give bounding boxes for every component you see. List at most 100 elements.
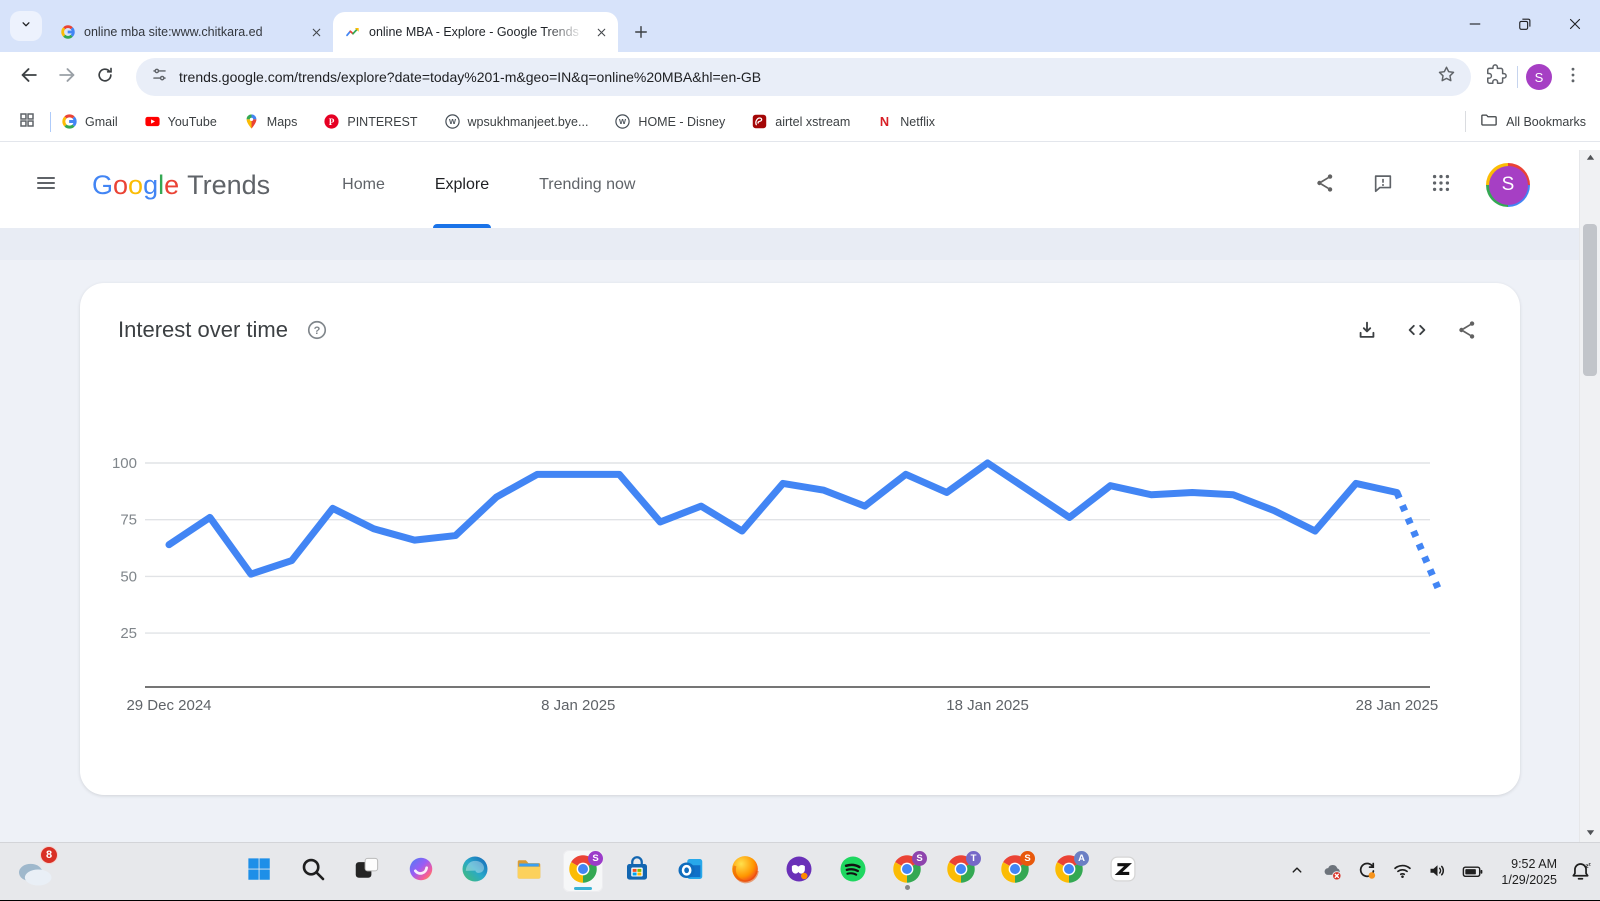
header-share-button[interactable]	[1312, 172, 1338, 198]
bookmark-wpsukhmanjeet-bye-[interactable]: Wwpsukhmanjeet.bye...	[444, 113, 589, 130]
page-scrollbar[interactable]	[1579, 150, 1600, 842]
address-bar[interactable]: trends.google.com/trends/explore?date=to…	[136, 58, 1471, 96]
trends-page: Google Trends HomeExploreTrending now S …	[0, 142, 1600, 842]
scroll-down-button[interactable]	[1580, 825, 1600, 842]
browser-window: online mba site:www.chitkara.edonline MB…	[0, 0, 1600, 842]
taskbar-chrome-button[interactable]: S	[887, 850, 927, 892]
bookmark-airtel-xstream[interactable]: airtel xstream	[751, 113, 850, 130]
bookmark-gmail[interactable]: Gmail	[61, 113, 118, 130]
taskbar-clock[interactable]: 9:52 AM 1/29/2025	[1501, 856, 1557, 889]
profile-badge: S	[1020, 851, 1035, 866]
taskbar-chrome-button[interactable]: S	[995, 850, 1035, 892]
bookmark-label: PINTEREST	[347, 115, 417, 129]
volume-button[interactable]	[1425, 860, 1449, 884]
minimize-icon	[1466, 15, 1484, 38]
embed-button[interactable]	[1406, 319, 1428, 341]
forward-button[interactable]	[48, 58, 86, 96]
chart-share-button[interactable]	[1456, 319, 1478, 341]
mask-app-icon	[784, 854, 814, 889]
google-apps-button[interactable]	[1428, 172, 1454, 198]
bookmark-pinterest[interactable]: P PINTEREST	[323, 113, 417, 130]
taskbar-chrome-button[interactable]: A	[1049, 850, 1089, 892]
reload-button[interactable]	[86, 58, 124, 96]
browser-menu-button[interactable]	[1556, 60, 1590, 94]
weather-widget[interactable]: 8	[14, 850, 60, 894]
grid-icon	[18, 111, 36, 132]
url-text[interactable]: trends.google.com/trends/explore?date=to…	[179, 69, 1426, 85]
bookmark-label: Maps	[267, 115, 298, 129]
google-trends-logo[interactable]: Google Trends	[92, 170, 270, 201]
taskbar-edge-button[interactable]	[455, 850, 495, 892]
bookmarks-bar: Gmail YouTube Maps P PINTEREST Wwpsukhmanjeet…	[0, 102, 1600, 142]
svg-text:29 Dec 2024: 29 Dec 2024	[126, 697, 211, 714]
clock-date: 1/29/2025	[1501, 872, 1557, 888]
running-indicator	[905, 885, 910, 890]
main-menu-button[interactable]	[26, 165, 66, 205]
minimize-button[interactable]	[1450, 0, 1500, 52]
profile-badge: S	[588, 851, 603, 866]
tab-close-button[interactable]	[592, 23, 610, 41]
close-icon	[1566, 15, 1584, 38]
taskbar-chrome-button[interactable]: T	[941, 850, 981, 892]
extensions-button[interactable]	[1479, 60, 1513, 94]
account-avatar[interactable]: S	[1486, 163, 1530, 207]
svg-text:8 Jan 2025: 8 Jan 2025	[541, 697, 615, 714]
system-tray: 9:52 AM 1/29/2025 zz	[1285, 843, 1592, 901]
bookmark-maps[interactable]: Maps	[243, 113, 298, 130]
taskbar-firefox-button[interactable]	[725, 850, 765, 892]
close-button[interactable]	[1550, 0, 1600, 52]
maximize-button[interactable]	[1500, 0, 1550, 52]
taskbar-start-button[interactable]	[239, 850, 279, 892]
taskbar-search-button[interactable]	[293, 850, 333, 892]
taskbar-capcut-button[interactable]	[1103, 850, 1143, 892]
bookmark-youtube[interactable]: YouTube	[144, 113, 217, 130]
svg-text:N: N	[880, 114, 889, 129]
scroll-up-button[interactable]	[1580, 150, 1600, 167]
bookmark-star-icon[interactable]	[1436, 64, 1457, 90]
tab-1[interactable]: online mba site:www.chitkara.ed	[48, 12, 333, 52]
taskbar-store-button[interactable]	[617, 850, 657, 892]
tab-search-button[interactable]	[10, 11, 42, 41]
triangle-up-icon	[1585, 150, 1596, 168]
notification-bell-button[interactable]: zz	[1568, 860, 1592, 884]
bookmarks-apps-button[interactable]	[14, 109, 40, 135]
bookmark-netflix[interactable]: N Netflix	[876, 113, 935, 130]
tab-2[interactable]: online MBA - Explore - Google Trends	[333, 12, 618, 52]
taskbar-task-view-button[interactable]	[347, 850, 387, 892]
scrollbar-thumb[interactable]	[1583, 224, 1597, 376]
youtube-icon	[144, 113, 161, 130]
new-tab-button[interactable]	[626, 17, 656, 47]
interest-over-time-card: Interest over time ? 25507510029 Dec 202…	[80, 283, 1520, 795]
firefox-icon	[730, 854, 760, 889]
back-button[interactable]	[10, 58, 48, 96]
all-bookmarks-button[interactable]: All Bookmarks	[1465, 111, 1586, 132]
card-title: Interest over time	[118, 317, 288, 343]
taskbar-copilot-button[interactable]	[401, 850, 441, 892]
tray-chevron-button[interactable]	[1285, 860, 1309, 884]
update-status[interactable]	[1355, 860, 1379, 884]
nav-item-home[interactable]: Home	[342, 142, 385, 228]
svg-text:?: ?	[314, 325, 321, 337]
browser-profile-avatar[interactable]: S	[1522, 60, 1556, 94]
pinterest-icon: P	[323, 113, 340, 130]
taskbar-mask-app-button[interactable]	[779, 850, 819, 892]
battery-button[interactable]	[1460, 860, 1484, 884]
feedback-button[interactable]	[1370, 172, 1396, 198]
taskbar-file-explorer-button[interactable]	[509, 850, 549, 892]
wifi-button[interactable]	[1390, 860, 1414, 884]
bookmark-home-disney[interactable]: WHOME - Disney	[614, 113, 725, 130]
nav-item-explore[interactable]: Explore	[435, 142, 489, 228]
help-icon[interactable]: ?	[306, 319, 328, 341]
tab-close-button[interactable]	[307, 23, 325, 41]
bookmark-label: Netflix	[900, 115, 935, 129]
taskbar-spotify-button[interactable]	[833, 850, 873, 892]
taskbar-outlook-button[interactable]	[671, 850, 711, 892]
nav-item-trending-now[interactable]: Trending now	[539, 142, 635, 228]
airtel-icon	[751, 113, 768, 130]
feedback-icon	[1372, 172, 1394, 199]
site-info-icon[interactable]	[150, 65, 169, 89]
download-button[interactable]	[1356, 319, 1378, 341]
all-bookmarks-label: All Bookmarks	[1506, 115, 1586, 129]
onedrive-status[interactable]	[1320, 860, 1344, 884]
taskbar-chrome-button[interactable]: S	[563, 850, 603, 892]
